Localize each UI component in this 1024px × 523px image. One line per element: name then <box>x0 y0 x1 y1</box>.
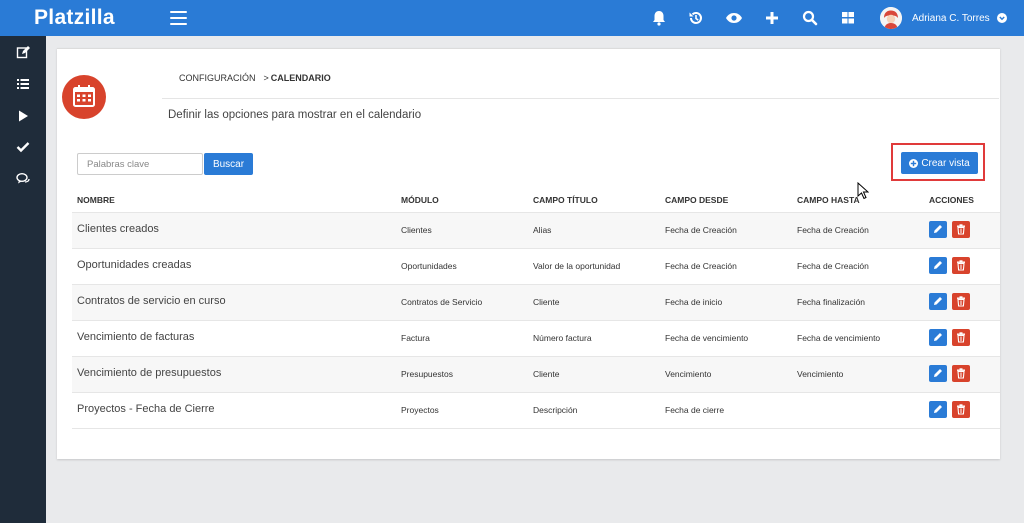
hamburger-menu-icon[interactable] <box>170 11 187 25</box>
delete-button[interactable] <box>952 329 970 346</box>
breadcrumb-separator: > <box>263 73 269 83</box>
cell-campo-hasta: Vencimiento <box>797 369 844 379</box>
cell-campo-titulo: Número factura <box>533 333 592 343</box>
trash-icon <box>957 404 965 415</box>
cell-campo-desde: Vencimiento <box>665 369 712 379</box>
cell-nombre: Oportunidades creadas <box>77 259 192 271</box>
divider <box>162 98 999 99</box>
edit-icon[interactable] <box>16 45 30 59</box>
chevron-down-icon[interactable] <box>996 13 1007 23</box>
delete-button[interactable] <box>952 401 970 418</box>
edit-button[interactable] <box>929 221 947 238</box>
edit-button[interactable] <box>929 365 947 382</box>
edit-button[interactable] <box>929 257 947 274</box>
cell-campo-desde: Fecha de inicio <box>665 297 723 307</box>
search-icon[interactable] <box>801 9 819 27</box>
cell-nombre: Proyectos - Fecha de Cierre <box>77 403 215 415</box>
cell-modulo: Clientes <box>401 225 432 235</box>
pencil-icon <box>934 225 942 233</box>
grid-icon[interactable] <box>839 9 857 27</box>
column-header-campo-hasta: CAMPO HASTA <box>797 195 860 205</box>
check-icon[interactable] <box>16 140 30 154</box>
pencil-icon <box>934 405 942 413</box>
breadcrumb-current: CALENDARIO <box>270 73 331 83</box>
bell-icon[interactable] <box>650 9 668 27</box>
pencil-icon <box>934 297 942 305</box>
app-logo[interactable]: Platzilla <box>34 6 115 30</box>
history-icon[interactable] <box>687 9 705 27</box>
cell-nombre: Vencimiento de presupuestos <box>77 367 222 379</box>
cell-campo-titulo: Cliente <box>533 297 560 307</box>
cell-campo-hasta: Fecha finalización <box>797 297 866 307</box>
delete-button[interactable] <box>952 221 970 238</box>
avatar <box>880 7 902 29</box>
cell-modulo: Contratos de Servicio <box>401 297 483 307</box>
pencil-icon <box>934 369 942 377</box>
create-view-button[interactable]: Crear vista <box>901 152 978 174</box>
cell-nombre: Vencimiento de facturas <box>77 331 195 343</box>
chat-icon[interactable] <box>16 172 30 186</box>
cell-campo-desde: Fecha de Creación <box>665 261 737 271</box>
user-menu[interactable]: Adriana C. Torres <box>880 7 1007 29</box>
cell-campo-desde: Fecha de cierre <box>665 405 725 415</box>
trash-icon <box>957 296 965 307</box>
edit-button[interactable] <box>929 293 947 310</box>
column-header-acciones: ACCIONES <box>929 195 974 205</box>
eye-icon[interactable] <box>725 9 743 27</box>
cell-campo-titulo: Cliente <box>533 369 560 379</box>
search-button[interactable]: Buscar <box>204 153 253 175</box>
top-bar: Platzilla Adriana C. Torres <box>0 0 1024 36</box>
cell-modulo: Factura <box>401 333 430 343</box>
cell-campo-hasta: Fecha de Creación <box>797 261 869 271</box>
cell-modulo: Oportunidades <box>401 261 457 271</box>
cell-campo-desde: Fecha de vencimiento <box>665 333 749 343</box>
column-header-campo-titulo: CAMPO TÍTULO <box>533 195 598 205</box>
row-divider <box>72 392 1000 393</box>
user-name[interactable]: Adriana C. Torres <box>912 13 990 24</box>
trash-icon <box>957 332 965 343</box>
cell-nombre: Clientes creados <box>77 223 159 235</box>
delete-button[interactable] <box>952 257 970 274</box>
cell-campo-hasta: Fecha de vencimiento <box>797 333 881 343</box>
trash-icon <box>957 368 965 379</box>
column-header-campo-desde: CAMPO DESDE <box>665 195 729 205</box>
search-input[interactable] <box>77 153 203 175</box>
trash-icon <box>957 224 965 235</box>
play-icon[interactable] <box>16 109 30 123</box>
edit-button[interactable] <box>929 401 947 418</box>
pencil-icon <box>934 333 942 341</box>
edit-button[interactable] <box>929 329 947 346</box>
delete-button[interactable] <box>952 293 970 310</box>
row-divider <box>72 212 1000 213</box>
cell-campo-titulo: Alias <box>533 225 552 235</box>
breadcrumb-parent[interactable]: CONFIGURACIÓN <box>179 73 256 83</box>
sidebar <box>0 36 46 523</box>
cell-campo-titulo: Descripción <box>533 405 578 415</box>
delete-button[interactable] <box>952 365 970 382</box>
create-view-label: Crear vista <box>921 157 970 169</box>
column-header-modulo: MÓDULO <box>401 195 439 205</box>
list-icon[interactable] <box>16 77 30 91</box>
cell-nombre: Contratos de servicio en curso <box>77 295 226 307</box>
cell-campo-desde: Fecha de Creación <box>665 225 737 235</box>
column-header-nombre: NOMBRE <box>77 195 115 205</box>
row-divider <box>72 248 1000 249</box>
trash-icon <box>957 260 965 271</box>
row-divider <box>72 356 1000 357</box>
row-divider <box>72 320 1000 321</box>
page-description: Definir las opciones para mostrar en el … <box>168 109 422 121</box>
plus-icon[interactable] <box>763 9 781 27</box>
breadcrumb: CONFIGURACIÓN > CALENDARIO <box>179 73 331 83</box>
row-divider <box>72 284 1000 285</box>
plus-circle-icon <box>909 158 919 168</box>
cell-modulo: Proyectos <box>401 405 439 415</box>
cell-campo-titulo: Valor de la oportunidad <box>533 261 621 271</box>
calendar-icon <box>62 75 106 119</box>
cell-modulo: Presupuestos <box>401 369 453 379</box>
cell-campo-hasta: Fecha de Creación <box>797 225 869 235</box>
row-divider <box>72 428 1000 429</box>
pencil-icon <box>934 261 942 269</box>
